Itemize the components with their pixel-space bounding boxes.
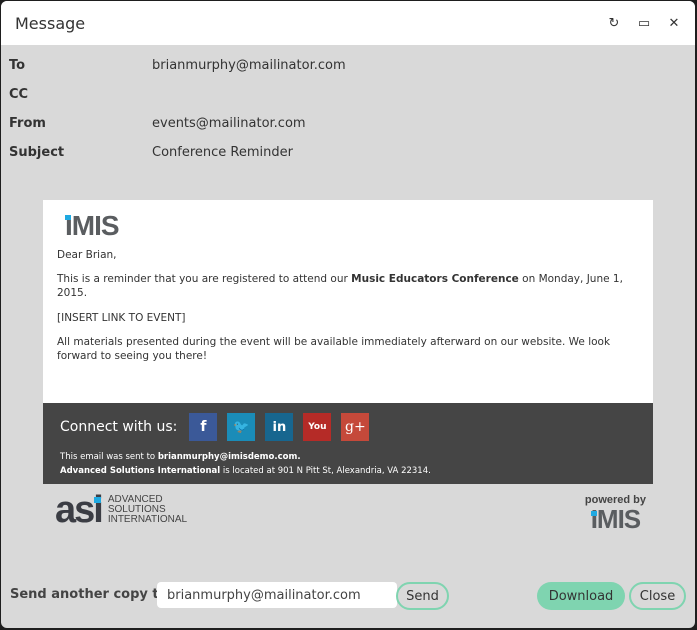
- close-button[interactable]: Close: [629, 582, 686, 610]
- greeting: Dear Brian,: [57, 249, 117, 261]
- materials-paragraph: All materials presented during the event…: [57, 335, 611, 362]
- title-bar: Message ↻ ▭ ✕: [1, 1, 695, 45]
- youtube-icon[interactable]: You: [303, 413, 332, 442]
- powered-by-imis: powered by IMIS: [584, 494, 646, 534]
- header-from: From events@mailinator.com: [1, 109, 695, 138]
- connect-row: Connect with us: f 🐦 in You g+: [60, 413, 636, 442]
- close-icon[interactable]: ✕: [659, 8, 689, 38]
- refresh-icon[interactable]: ↻: [599, 8, 629, 38]
- linkedin-icon[interactable]: in: [265, 413, 294, 442]
- header-label: To: [9, 58, 26, 73]
- header-value: brianmurphy@mailinator.com: [152, 58, 346, 73]
- reminder-paragraph: This is a reminder that you are register…: [57, 273, 623, 300]
- header-value: Conference Reminder: [152, 145, 293, 160]
- download-button[interactable]: Download: [537, 582, 625, 610]
- header-cc: CC: [1, 80, 695, 109]
- address-line: Advanced Solutions International is loca…: [60, 465, 431, 476]
- send-button[interactable]: Send: [396, 582, 449, 610]
- header-to: To brianmurphy@mailinator.com: [1, 51, 695, 80]
- asi-logo: asi ADVANCED SOLUTIONS INTERNATIONAL: [55, 489, 188, 531]
- bottom-bar: Send another copy to Send Download Close: [1, 568, 695, 628]
- maximize-icon[interactable]: ▭: [629, 8, 659, 38]
- facebook-icon[interactable]: f: [189, 413, 218, 442]
- dialog-title: Message: [15, 13, 86, 33]
- header-label: From: [9, 116, 46, 131]
- twitter-icon[interactable]: 🐦: [227, 413, 256, 442]
- header-subject: Subject Conference Reminder: [1, 138, 695, 167]
- email-body: IMIS Dear Brian, This is a reminder that…: [43, 200, 653, 403]
- header-value: events@mailinator.com: [152, 116, 306, 131]
- googleplus-icon[interactable]: g+: [341, 413, 370, 442]
- send-copy-input[interactable]: [157, 582, 397, 608]
- header-label: CC: [9, 87, 29, 102]
- event-link-placeholder: [INSERT LINK TO EVENT]: [57, 311, 186, 324]
- header-label: Subject: [9, 145, 65, 160]
- logo-row: asi ADVANCED SOLUTIONS INTERNATIONAL pow…: [43, 489, 653, 534]
- email-footer: Connect with us: f 🐦 in You g+ This emai…: [43, 403, 653, 485]
- footer-fineprint: This email was sent to brianmurphy@imisd…: [60, 451, 636, 478]
- email-preview: IMIS Dear Brian, This is a reminder that…: [43, 200, 653, 485]
- sent-to-line: This email was sent to brianmurphy@imisd…: [60, 452, 301, 463]
- connect-label: Connect with us:: [60, 419, 178, 436]
- event-name: Music Educators Conference: [351, 273, 519, 286]
- message-headers: To brianmurphy@mailinator.com CC From ev…: [1, 45, 695, 167]
- imis-logo: IMIS: [65, 210, 120, 241]
- send-copy-label: Send another copy to: [10, 587, 168, 602]
